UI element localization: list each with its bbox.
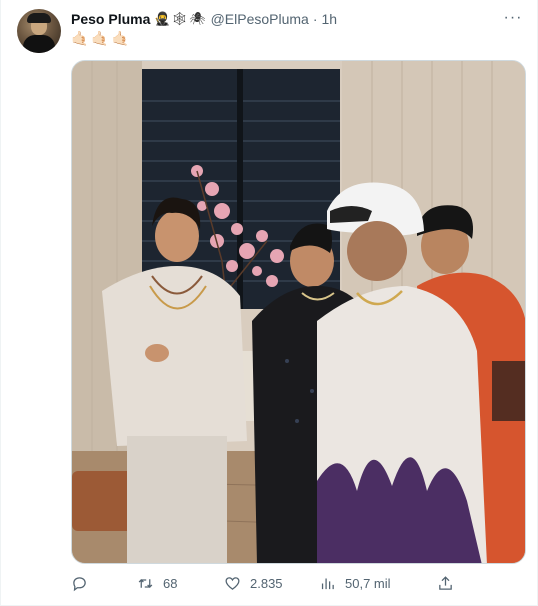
tweet-header: Peso Pluma 🥷🕸🕷 @ElPesoPluma · 1h [71, 10, 337, 28]
more-options-icon[interactable]: ··· [503, 8, 523, 28]
avatar-hat [27, 13, 51, 23]
avatar-torso [23, 35, 55, 53]
retweet-count: 68 [163, 575, 178, 591]
tweet-time[interactable]: 1h [322, 11, 338, 27]
views-count: 50,7 mil [345, 575, 391, 591]
author-handle[interactable]: @ElPesoPluma [211, 11, 309, 27]
avatar[interactable] [17, 9, 61, 53]
retweet-button[interactable]: 68 [137, 572, 177, 594]
views-button[interactable]: 50,7 mil [319, 572, 391, 594]
tweet-actions: 68 2.835 50,7 mil [71, 572, 526, 594]
tweet-card[interactable]: Peso Pluma 🥷🕸🕷 @ElPesoPluma · 1h ··· 🤙🏻🤙… [0, 0, 538, 606]
tweet-text: 🤙🏻🤙🏻🤙🏻 [71, 30, 133, 46]
author-name-emojis: 🥷🕸🕷 [154, 11, 207, 26]
reply-icon [73, 576, 86, 591]
retweet-icon [138, 578, 153, 588]
separator-dot: · [312, 11, 318, 27]
tweet-photo[interactable] [71, 60, 526, 564]
like-button[interactable]: 2.835 [224, 572, 283, 594]
views-icon [321, 578, 334, 589]
photo-scene [72, 61, 525, 563]
share-button[interactable] [437, 572, 454, 594]
heart-icon [225, 576, 240, 590]
author-name[interactable]: Peso Pluma [71, 11, 150, 27]
reply-button[interactable] [71, 572, 88, 594]
like-count: 2.835 [250, 575, 283, 591]
share-icon [439, 575, 452, 590]
